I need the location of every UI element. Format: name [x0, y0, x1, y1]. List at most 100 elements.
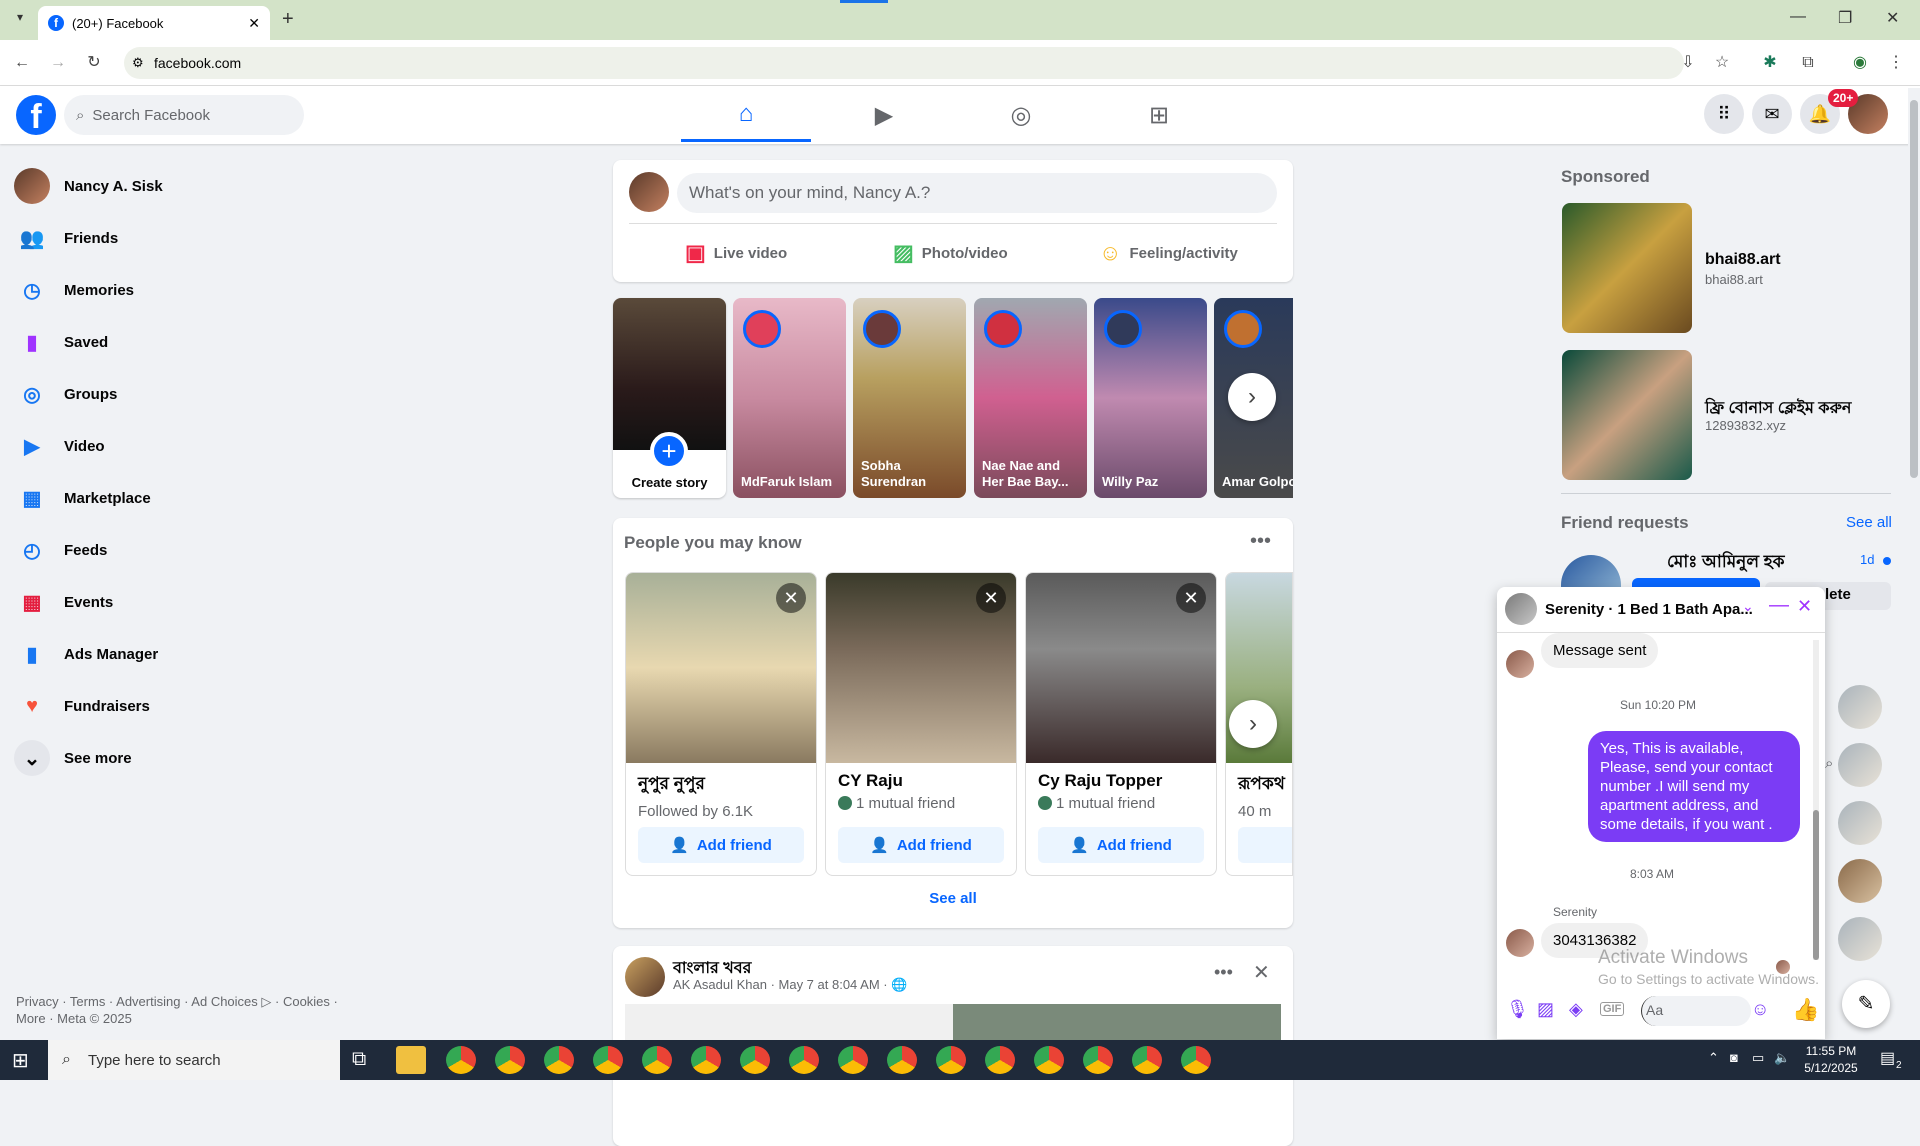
close-icon[interactable]: ✕ — [976, 583, 1006, 613]
chrome-window-icon[interactable] — [544, 1046, 574, 1074]
facebook-logo[interactable]: f — [16, 95, 56, 136]
chat-dropdown-icon[interactable]: ⌄ — [1742, 598, 1754, 615]
install-app-icon[interactable]: ⇩ — [1676, 51, 1700, 75]
back-icon[interactable]: ← — [10, 51, 34, 75]
contact-avatar[interactable] — [1838, 801, 1882, 845]
chrome-window-icon[interactable] — [642, 1046, 672, 1074]
post-page-avatar[interactable] — [625, 957, 665, 997]
add-friend-button[interactable]: 👤 Add friend — [1038, 827, 1204, 863]
gif-icon[interactable]: GIF — [1600, 1002, 1625, 1016]
network-icon[interactable]: ▭ — [1752, 1050, 1764, 1066]
chrome-window-icon[interactable] — [985, 1046, 1015, 1074]
story-card[interactable]: Nae Nae and Her Bae Bay... — [974, 298, 1087, 498]
chrome-window-icon[interactable] — [446, 1046, 476, 1074]
footer-line-2[interactable]: More · Meta © 2025 — [16, 1010, 356, 1027]
chat-scroll-thumb[interactable] — [1813, 810, 1819, 960]
chat-close-icon[interactable]: ✕ — [1797, 596, 1812, 617]
sidebar-item-feeds[interactable]: ◴ Feeds — [14, 528, 334, 572]
chrome-window-icon[interactable] — [838, 1046, 868, 1074]
chrome-window-icon[interactable] — [691, 1046, 721, 1074]
extensions-puzzle-icon[interactable]: ⧉ — [1796, 51, 1820, 75]
sidebar-item-friends[interactable]: 👥 Friends — [14, 216, 334, 260]
chrome-window-icon[interactable] — [1181, 1046, 1211, 1074]
address-bar[interactable]: ⚙ facebook.com — [124, 47, 1684, 79]
pymk-card[interactable]: ✕ Cy Raju Topper 1 mutual friend 👤 Add fr… — [1025, 572, 1217, 876]
friend-request-name[interactable]: মোঃ আমিনুল হক — [1667, 549, 1785, 577]
sidebar-item-marketplace[interactable]: ▦ Marketplace — [14, 476, 334, 520]
sidebar-item-fundraisers[interactable]: ♥ Fundraisers — [14, 684, 334, 728]
image-icon[interactable]: ▨ — [1537, 999, 1554, 1020]
footer-line-1[interactable]: Privacy · Terms · Advertising · Ad Choic… — [16, 993, 356, 1010]
chrome-window-icon[interactable] — [740, 1046, 770, 1074]
notification-center-icon[interactable]: ▤ — [1880, 1048, 1895, 1068]
tab-gaming[interactable]: ⊞ — [1094, 88, 1224, 142]
footer-links[interactable]: Privacy · Terms · Advertising · Ad Choic… — [16, 993, 356, 1027]
sidebar-item-nancy-a-sisk[interactable]: Nancy A. Sisk — [14, 164, 334, 208]
menu-grid-button[interactable]: ⠿ — [1704, 94, 1744, 134]
create-story-card[interactable]: + Create story — [613, 298, 726, 498]
live-video-button[interactable]: ▣ Live video — [685, 236, 787, 270]
pymk-next-button[interactable]: › — [1229, 700, 1277, 748]
friend-requests-see-all[interactable]: See all — [1846, 514, 1892, 531]
volume-icon[interactable]: 🔈 — [1774, 1050, 1790, 1066]
taskbar-clock[interactable]: 11:55 PM 5/12/2025 — [1796, 1043, 1866, 1077]
tab-groups[interactable]: ◎ — [956, 88, 1086, 142]
chrome-window-icon[interactable] — [936, 1046, 966, 1074]
new-tab-icon[interactable]: + — [282, 8, 294, 31]
contact-avatar[interactable] — [1838, 859, 1882, 903]
forward-icon[interactable]: → — [46, 51, 70, 75]
chrome-window-icon[interactable] — [1083, 1046, 1113, 1074]
contact-avatar[interactable] — [1838, 685, 1882, 729]
chat-title[interactable]: Serenity · 1 Bed 1 Bath Apa... — [1545, 601, 1755, 618]
tray-camera-icon[interactable]: ◙ — [1730, 1050, 1738, 1065]
chat-minimize-icon[interactable]: — — [1769, 594, 1789, 617]
chrome-window-icon[interactable] — [1132, 1046, 1162, 1074]
extension-icon[interactable]: ✱ — [1758, 51, 1782, 75]
pymk-see-all-link[interactable]: See all — [613, 890, 1293, 907]
minimize-window-icon[interactable]: — — [1790, 8, 1806, 26]
tab-home[interactable]: ⌂ — [681, 88, 811, 142]
task-view-icon[interactable]: ⧉ — [352, 1048, 366, 1071]
file-explorer-icon[interactable] — [396, 1046, 426, 1074]
close-icon[interactable]: ✕ — [776, 583, 806, 613]
sidebar-item-groups[interactable]: ◎ Groups — [14, 372, 334, 416]
reload-icon[interactable]: ↻ — [82, 51, 106, 75]
browser-menu-icon[interactable]: ⋮ — [1884, 51, 1908, 75]
add-friend-button[interactable]: 👤 Add friend — [638, 827, 804, 863]
close-icon[interactable]: ✕ — [1176, 583, 1206, 613]
sticker-icon[interactable]: ◈ — [1569, 999, 1583, 1020]
sidebar-item-memories[interactable]: ◷ Memories — [14, 268, 334, 312]
post-close-icon[interactable]: ✕ — [1253, 960, 1270, 985]
emoji-icon[interactable]: ☺ — [1751, 999, 1769, 1020]
chrome-window-icon[interactable] — [1034, 1046, 1064, 1074]
search-input[interactable]: ⌕ Search Facebook — [64, 95, 304, 135]
taskbar-search[interactable]: ⌕ Type here to search — [48, 1040, 340, 1080]
chrome-window-icon[interactable] — [887, 1046, 917, 1074]
chrome-window-icon[interactable] — [593, 1046, 623, 1074]
windows-start-icon[interactable]: ⊞ — [12, 1048, 29, 1073]
ad-image[interactable] — [1562, 350, 1692, 480]
browser-tab-facebook[interactable]: f (20+) Facebook ✕ — [38, 6, 270, 40]
pymk-card[interactable]: ✕ নুপুর নুপুর Followed by 6.1K 👤 Add frie… — [625, 572, 817, 876]
contacts-search-icon[interactable]: ⌕ — [1825, 755, 1833, 772]
add-friend-button[interactable]: 👤 — [1238, 827, 1292, 863]
sidebar-item-see-more[interactable]: ⌄ See more — [14, 736, 334, 780]
sidebar-item-saved[interactable]: ▮ Saved — [14, 320, 334, 364]
page-scroll-thumb[interactable] — [1910, 100, 1918, 478]
ad-title[interactable]: bhai88.art — [1705, 251, 1781, 269]
story-card[interactable]: MdFaruk Islam — [733, 298, 846, 498]
pymk-card[interactable]: ✕ CY Raju 1 mutual friend 👤 Add friend — [825, 572, 1017, 876]
story-card[interactable]: Willy Paz — [1094, 298, 1207, 498]
sidebar-item-video[interactable]: ▶ Video — [14, 424, 334, 468]
story-card[interactable]: Sobha Surendran — [853, 298, 966, 498]
stories-next-button[interactable]: › — [1228, 373, 1276, 421]
photo-video-button[interactable]: ▨ Photo/video — [893, 236, 1008, 270]
contact-avatar[interactable] — [1838, 743, 1882, 787]
feeling-activity-button[interactable]: ☺ Feeling/activity — [1099, 236, 1238, 270]
microphone-icon[interactable]: 🎙 — [1506, 999, 1529, 1020]
restore-window-icon[interactable]: ❐ — [1838, 8, 1852, 28]
tab-video[interactable]: ▶ — [819, 88, 949, 142]
post-image[interactable] — [625, 1004, 1281, 1040]
chrome-window-icon[interactable] — [495, 1046, 525, 1074]
close-tab-icon[interactable]: ✕ — [248, 15, 260, 32]
